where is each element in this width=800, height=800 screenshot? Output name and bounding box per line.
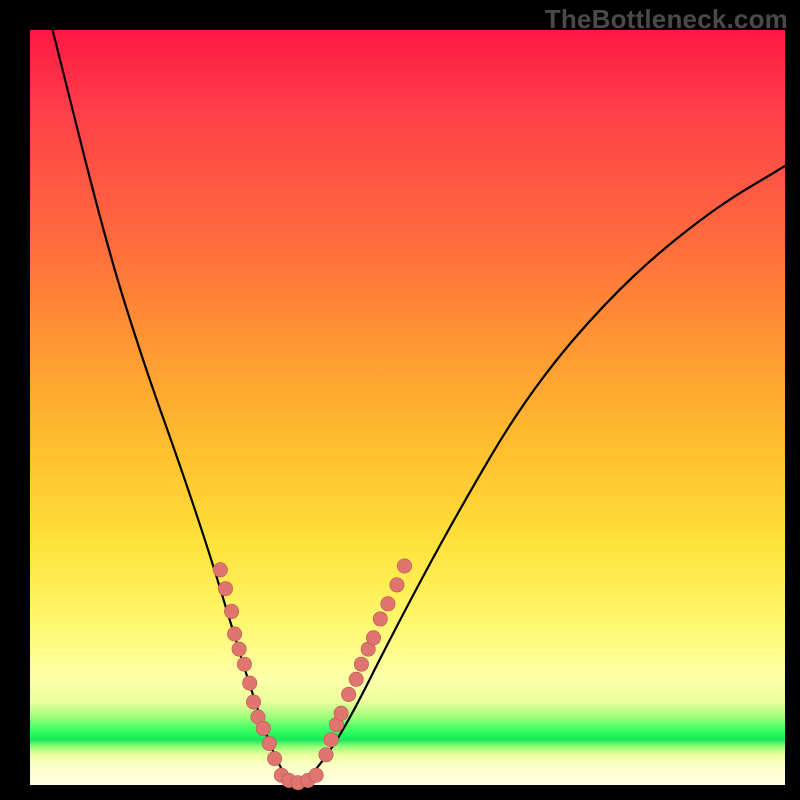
data-point-dot [267, 751, 281, 765]
bottleneck-curve [53, 30, 785, 782]
data-point-dot [390, 578, 404, 592]
data-point-dot [366, 631, 380, 645]
bottleneck-curve-svg [30, 30, 785, 785]
data-point-dot [218, 582, 232, 596]
data-point-dot [246, 695, 260, 709]
data-point-dot [213, 563, 227, 577]
data-point-dot [227, 627, 241, 641]
data-point-dot [373, 612, 387, 626]
curve-dots-right [319, 559, 412, 762]
data-point-dot [349, 672, 363, 686]
plot-area [30, 30, 785, 785]
chart-stage: TheBottleneck.com [0, 0, 800, 800]
data-point-dot [224, 604, 238, 618]
data-point-dot [334, 706, 348, 720]
data-point-dot [243, 676, 257, 690]
data-point-dot [381, 597, 395, 611]
data-point-dot [256, 721, 270, 735]
data-point-dot [309, 768, 323, 782]
curve-dots-bottom [274, 768, 323, 790]
data-point-dot [354, 657, 368, 671]
curve-dots-left [213, 563, 282, 766]
data-point-dot [319, 748, 333, 762]
data-point-dot [237, 657, 251, 671]
data-point-dot [262, 736, 276, 750]
data-point-dot [232, 642, 246, 656]
data-point-dot [341, 687, 355, 701]
data-point-dot [324, 733, 338, 747]
data-point-dot [397, 559, 411, 573]
watermark-text: TheBottleneck.com [545, 4, 788, 35]
